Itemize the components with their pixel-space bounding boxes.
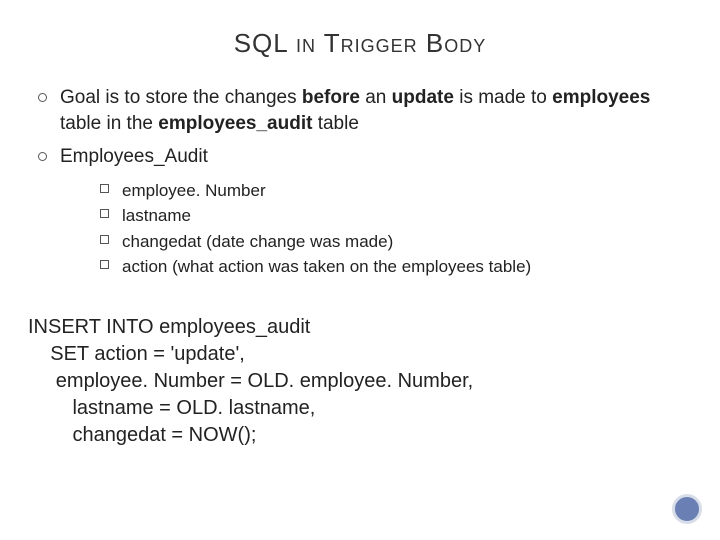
text: is made to [454, 87, 552, 108]
list-item: Employees_Audit employee. Number lastnam… [34, 144, 686, 280]
code-block: INSERT INTO employees_audit SET action =… [28, 314, 692, 449]
slide-title: SQL in Trigger Body [28, 28, 692, 59]
code-line: INSERT INTO employees_audit [28, 316, 310, 338]
text-bold: employees [552, 87, 650, 108]
slide: SQL in Trigger Body Goal is to store the… [0, 0, 720, 540]
title-part: B [418, 28, 445, 58]
text: employee. Number [122, 181, 266, 200]
title-part: SQL [234, 28, 296, 58]
text-bold: before [302, 87, 360, 108]
title-part: rigger [341, 28, 418, 58]
text: table [312, 113, 358, 134]
text-bold: employees_audit [158, 113, 312, 134]
text: action (what action was taken on the emp… [122, 257, 531, 276]
text: table in the [60, 113, 158, 134]
title-part: in [296, 28, 316, 58]
text: changedat (date change was made) [122, 232, 393, 251]
list-item: Goal is to store the changes before an u… [34, 85, 686, 136]
title-part: ody [444, 28, 486, 58]
code-line: changedat = NOW(); [28, 424, 256, 446]
sub-item: employee. Number [98, 178, 686, 204]
bullet-list: Goal is to store the changes before an u… [28, 85, 692, 280]
text: Employees_Audit [60, 146, 208, 167]
text: lastname [122, 206, 191, 225]
sub-item: action (what action was taken on the emp… [98, 254, 686, 280]
decorative-dot-icon [672, 494, 702, 524]
text: Goal is to store the changes [60, 87, 302, 108]
sub-item: changedat (date change was made) [98, 229, 686, 255]
text-bold: update [392, 87, 454, 108]
sub-list: employee. Number lastname changedat (dat… [98, 178, 686, 280]
code-line: employee. Number = OLD. employee. Number… [28, 370, 473, 392]
code-line: lastname = OLD. lastname, [28, 397, 315, 419]
sub-item: lastname [98, 203, 686, 229]
code-line: SET action = 'update', [28, 343, 245, 365]
text: an [360, 87, 392, 108]
title-part: T [316, 28, 341, 58]
